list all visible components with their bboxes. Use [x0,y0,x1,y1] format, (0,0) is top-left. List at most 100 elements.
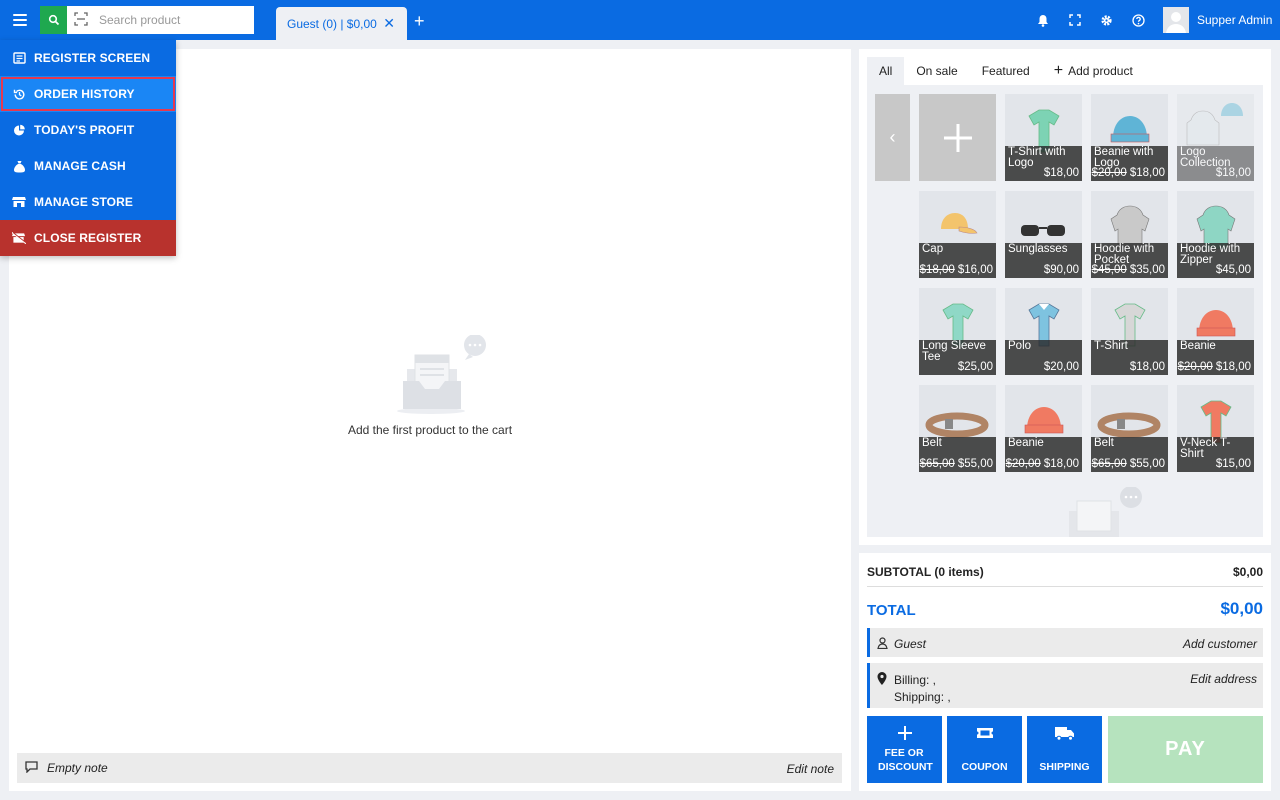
note-text: Empty note [47,761,108,775]
product-overlay: T-Shirt $18,00 [1091,340,1168,375]
product-price: $55,00 [1129,458,1165,470]
customer-row[interactable]: Guest Add customer [867,628,1263,657]
menu-item-todays-profit[interactable]: TODAY'S PROFIT [0,112,176,148]
product-name: Cap [922,243,944,255]
pay-button[interactable]: PAY [1108,716,1263,783]
product-tile[interactable]: Belt $65,00 $55,00 [919,385,996,472]
history-icon [12,87,26,101]
product-price: $15,00 [1215,458,1251,470]
product-name: Polo [1008,340,1032,352]
totals-panel: SUBTOTAL (0 items) $0,00 TOTAL $0,00 Gue… [859,553,1271,791]
menu-item-order-history[interactable]: ORDER HISTORY [0,76,176,112]
product-tile[interactable]: Long Sleeve Tee $25,00 [919,288,996,375]
register-icon [12,51,26,65]
fee-or-discount-button[interactable]: FEE OR DISCOUNT [867,716,942,783]
comment-icon [25,761,39,775]
fee-button-label: FEE OR DISCOUNT [878,747,933,773]
product-tile[interactable]: Beanie with Logo $20,00 $18,00 [1091,94,1168,181]
product-tile[interactable]: Logo Collection $18,00 [1177,94,1254,181]
product-price: $18,00 [1129,361,1165,373]
product-tile[interactable]: V-Neck T-Shirt $15,00 [1177,385,1254,472]
barcode-scan-icon[interactable] [74,12,90,28]
product-tabs: All On sale Featured + Add product [867,57,1263,85]
search-input[interactable] [67,6,254,34]
product-price: $20,00 [1043,361,1079,373]
product-overlay: Hoodie with Pocket $45,00 $35,00 [1091,243,1168,278]
product-price-row: $20,00 $18,00 [1092,167,1165,179]
product-tile[interactable]: Beanie $20,00 $18,00 [1177,288,1254,375]
product-tile[interactable]: Polo $20,00 [1005,288,1082,375]
menu-item-manage-cash[interactable]: MANAGE CASH [0,148,176,184]
bell-icon[interactable] [1035,12,1051,28]
tab-featured[interactable]: Featured [970,57,1042,85]
product-overlay: V-Neck T-Shirt $15,00 [1177,437,1254,472]
edit-address-button[interactable]: Edit address [1190,672,1257,686]
product-tile[interactable]: Beanie $20,00 $18,00 [1005,385,1082,472]
product-overlay: Belt $65,00 $55,00 [919,437,996,472]
menu-item-close-register[interactable]: CLOSE REGISTER [0,220,176,256]
tab-all[interactable]: All [867,57,905,85]
menu-toggle-icon[interactable] [8,8,32,32]
tab-add-product[interactable]: + Add product [1042,57,1145,85]
add-cart-tab-button[interactable]: + [414,12,425,30]
total-value: $0,00 [1220,599,1263,618]
user-name[interactable]: Supper Admin [1197,13,1272,27]
fullscreen-icon[interactable] [1067,12,1083,28]
add-customer-button[interactable]: Add customer [1183,637,1257,651]
product-price-row: $15,00 [1213,458,1251,470]
product-name: Hoodie with Zipper [1180,243,1241,266]
product-overlay: Logo Collection $18,00 [1177,146,1254,181]
product-name: Beanie with Logo [1094,146,1154,169]
store-closed-icon [12,231,26,245]
product-price: $35,00 [1129,264,1165,276]
product-overlay: Long Sleeve Tee $25,00 [919,340,996,375]
cart-tab[interactable]: Guest (0) | $0,00 ✕ [276,7,407,40]
product-price-row: $20,00 [1041,361,1079,373]
ticket-icon [947,726,1022,746]
menu-item-label: CLOSE REGISTER [34,231,142,245]
shipping-button[interactable]: SHIPPING [1027,716,1102,783]
add-product-tile[interactable] [919,94,996,181]
product-tile[interactable]: T-Shirt $18,00 [1091,288,1168,375]
product-price: $18,00 [1043,167,1079,179]
menu-item-manage-store[interactable]: MANAGE STORE [0,184,176,220]
product-overlay: Polo $20,00 [1005,340,1082,375]
menu-item-register-screen[interactable]: REGISTER SCREEN [0,40,176,76]
map-pin-icon [877,672,889,685]
help-icon[interactable] [1130,12,1146,28]
avatar[interactable] [1163,7,1189,33]
product-overlay: Hoodie with Zipper $45,00 [1177,243,1254,278]
product-tile[interactable]: Belt $65,00 $55,00 [1091,385,1168,472]
address-row[interactable]: Billing: , Shipping: , Edit address [867,663,1263,708]
search-icon[interactable] [40,6,67,34]
chevron-left-icon[interactable]: ‹ [875,94,910,181]
product-tile[interactable]: Sunglasses $90,00 [1005,191,1082,278]
product-price: $45,00 [1215,264,1251,276]
edit-note-button[interactable]: Edit note [787,762,834,776]
cart-tab-label: Guest (0) | $0,00 [287,16,377,31]
store-icon [12,195,26,209]
product-price: $18,00 [1043,458,1079,470]
tab-on-sale[interactable]: On sale [904,57,969,85]
total-row: TOTAL $0,00 [867,598,1263,622]
product-name: Beanie [1180,340,1216,352]
menu-item-label: REGISTER SCREEN [34,51,151,65]
product-price: $18,00 [1215,361,1251,373]
product-tile[interactable]: Cap $18,00 $16,00 [919,191,996,278]
product-tile[interactable]: T-Shirt with Logo $18,00 [1005,94,1082,181]
product-price-row: $18,00 [1213,167,1251,179]
coupon-button[interactable]: COUPON [947,716,1022,783]
product-tile[interactable]: Hoodie with Zipper $45,00 [1177,191,1254,278]
menu-item-label: MANAGE CASH [34,159,126,173]
top-bar: Guest (0) | $0,00 ✕ + Supper Admin [0,0,1280,40]
subtotal-row: SUBTOTAL (0 items) $0,00 [867,553,1263,587]
coupon-button-label: COUPON [961,761,1008,773]
product-name: Belt [922,437,942,449]
product-overlay: Beanie $20,00 $18,00 [1005,437,1082,472]
gear-icon[interactable] [1098,12,1114,28]
product-price-row: $65,00 $55,00 [1092,458,1165,470]
shipping-address: Shipping: , [894,690,951,704]
order-note-bar[interactable]: Empty note Edit note [17,753,842,783]
product-tile[interactable]: Hoodie with Pocket $45,00 $35,00 [1091,191,1168,278]
close-icon[interactable]: ✕ [383,15,395,32]
